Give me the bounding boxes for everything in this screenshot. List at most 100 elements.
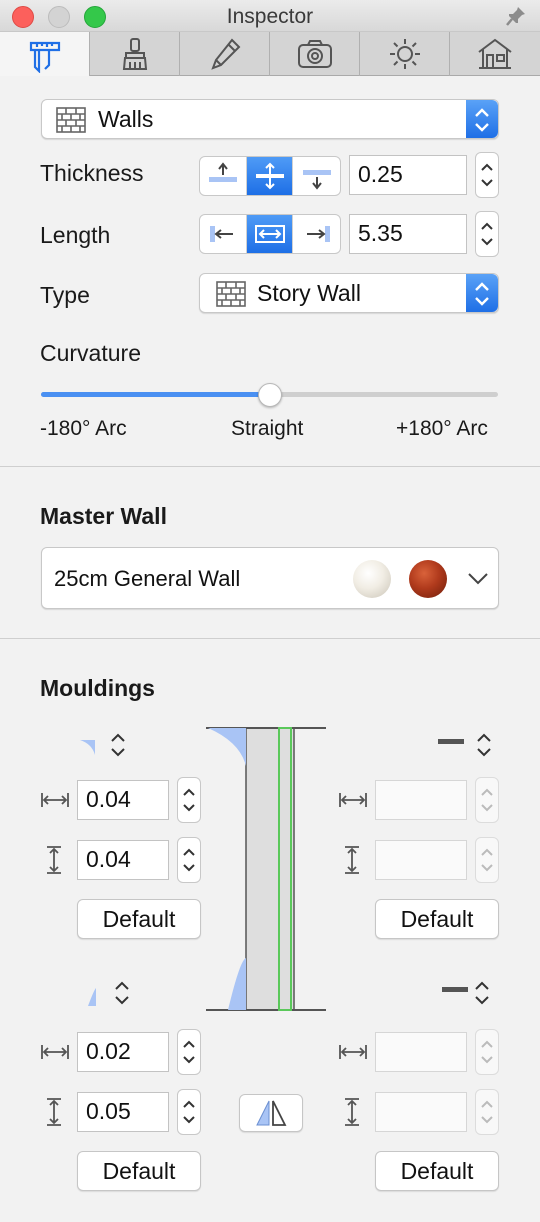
thickness-align-bottom-button[interactable] xyxy=(293,157,340,195)
thickness-stepper[interactable] xyxy=(475,152,499,198)
thickness-label: Thickness xyxy=(40,160,144,186)
curvature-slider-knob[interactable] xyxy=(257,383,282,407)
stepper-arrows-icon xyxy=(481,788,493,812)
width-icon xyxy=(339,793,367,807)
material-swatch-white xyxy=(353,560,391,598)
moulding-bottom-left-default-button[interactable]: Default xyxy=(77,1151,201,1191)
moulding-top-left-width-field[interactable]: 0.04 xyxy=(77,780,169,820)
bottom-moulding-shape xyxy=(228,958,246,1010)
brush-icon xyxy=(122,38,147,70)
moulding-profile-bottom-left-selector[interactable] xyxy=(112,978,132,1008)
curvature-mid-label: Straight xyxy=(231,417,304,440)
width-icon xyxy=(41,793,69,807)
moulding-top-left-height-stepper[interactable] xyxy=(177,837,201,883)
moulding-bottom-left-width-field[interactable]: 0.02 xyxy=(77,1032,169,1072)
stepper-arrows-icon xyxy=(183,848,195,872)
up-down-chevron-icon xyxy=(475,282,489,306)
moulding-top-right-height-field[interactable] xyxy=(375,840,467,880)
wall-section-diagram xyxy=(206,727,326,1011)
caliper-icon xyxy=(29,41,60,73)
brick-wall-icon xyxy=(56,107,86,133)
thickness-align-top-button[interactable] xyxy=(200,157,247,195)
window-title: Inspector xyxy=(226,5,314,28)
moulding-bottom-left-height-field[interactable]: 0.05 xyxy=(77,1092,169,1132)
moulding-bottom-right-width-stepper[interactable] xyxy=(475,1029,499,1075)
length-align-right-button[interactable] xyxy=(293,215,340,253)
width-icon xyxy=(41,1045,69,1059)
moulding-top-right-width-field[interactable] xyxy=(375,780,467,820)
section-divider xyxy=(0,638,540,639)
moulding-bottom-right-height-stepper[interactable] xyxy=(475,1089,499,1135)
material-swatch-red xyxy=(409,560,447,598)
height-icon xyxy=(47,1098,61,1126)
height-icon xyxy=(345,1098,359,1126)
house-icon xyxy=(478,38,512,69)
object-type-popup[interactable]: Walls xyxy=(41,99,499,139)
pin-icon[interactable] xyxy=(504,4,528,28)
chevron-down-icon xyxy=(468,573,488,585)
moulding-top-left-height-field[interactable]: 0.04 xyxy=(77,840,169,880)
sun-icon xyxy=(389,39,420,69)
height-icon xyxy=(345,846,359,874)
master-wall-value: 25cm General Wall xyxy=(54,566,241,591)
brick-wall-icon xyxy=(216,281,246,307)
moulding-top-right-default-button[interactable]: Default xyxy=(375,899,499,939)
moulding-profile-top-left-icon xyxy=(80,740,95,755)
thickness-field[interactable]: 0.25 xyxy=(349,155,467,195)
inspector-tab-bar xyxy=(0,32,540,77)
moulding-bottom-left-width-stepper[interactable] xyxy=(177,1029,201,1075)
moulding-top-right-height-stepper[interactable] xyxy=(475,837,499,883)
stepper-arrows-icon xyxy=(183,1040,195,1064)
moulding-top-right-width-stepper[interactable] xyxy=(475,777,499,823)
wall-type-popup[interactable]: Story Wall xyxy=(199,273,499,313)
stepper-arrows-icon xyxy=(481,1040,493,1064)
moulding-bottom-left-height-stepper[interactable] xyxy=(177,1089,201,1135)
width-icon xyxy=(339,1045,367,1059)
moulding-bottom-right-height-field[interactable] xyxy=(375,1092,467,1132)
stepper-arrows-icon xyxy=(481,1100,493,1124)
tab-edit[interactable] xyxy=(180,32,270,76)
popup-arrows xyxy=(466,274,498,312)
up-down-chevron-icon xyxy=(475,108,489,132)
curvature-slider-fill xyxy=(41,392,270,397)
height-icon xyxy=(47,846,61,874)
tab-lighting[interactable] xyxy=(360,32,450,76)
align-right-icon xyxy=(306,226,330,242)
moulding-profile-top-right-selector[interactable] xyxy=(474,730,494,760)
thickness-alignment-control[interactable] xyxy=(199,156,341,196)
length-label: Length xyxy=(40,222,111,248)
tab-dimensions[interactable] xyxy=(0,32,90,77)
moulding-profile-bottom-right-selector[interactable] xyxy=(472,978,492,1008)
align-left-icon xyxy=(209,226,233,242)
camera-icon xyxy=(297,40,332,68)
length-alignment-control[interactable] xyxy=(199,214,341,254)
stepper-arrows-icon xyxy=(481,163,493,187)
tab-building[interactable] xyxy=(450,32,540,76)
align-center-icon xyxy=(255,162,284,190)
tab-materials[interactable] xyxy=(90,32,180,76)
master-wall-popup[interactable]: 25cm General Wall xyxy=(41,547,499,609)
moulding-profile-top-right-icon xyxy=(438,739,464,744)
moulding-top-left-default-button[interactable]: Default xyxy=(77,899,201,939)
stepper-arrows-icon xyxy=(481,222,493,246)
moulding-profile-top-left-selector[interactable] xyxy=(108,730,128,760)
moulding-bottom-right-width-field[interactable] xyxy=(375,1032,467,1072)
popup-arrows xyxy=(466,100,498,138)
thickness-align-center-button[interactable] xyxy=(246,157,294,195)
top-moulding-shape xyxy=(208,728,246,766)
wall-type-label: Story Wall xyxy=(257,280,361,306)
tab-camera[interactable] xyxy=(270,32,360,76)
length-align-center-button[interactable] xyxy=(246,215,294,253)
object-type-label: Walls xyxy=(98,106,154,132)
moulding-top-left-width-stepper[interactable] xyxy=(177,777,201,823)
mirror-moulding-button[interactable] xyxy=(239,1094,303,1132)
moulding-bottom-right-default-button[interactable]: Default xyxy=(375,1151,499,1191)
length-align-left-button[interactable] xyxy=(200,215,247,253)
title-bar: Inspector xyxy=(0,0,540,32)
curvature-min-label: -180° Arc xyxy=(40,417,127,440)
stepper-arrows-icon xyxy=(481,848,493,872)
moulding-profile-bottom-right-icon xyxy=(442,987,468,992)
length-field[interactable]: 5.35 xyxy=(349,214,467,254)
length-stepper[interactable] xyxy=(475,211,499,257)
mirror-icon xyxy=(256,1100,287,1126)
